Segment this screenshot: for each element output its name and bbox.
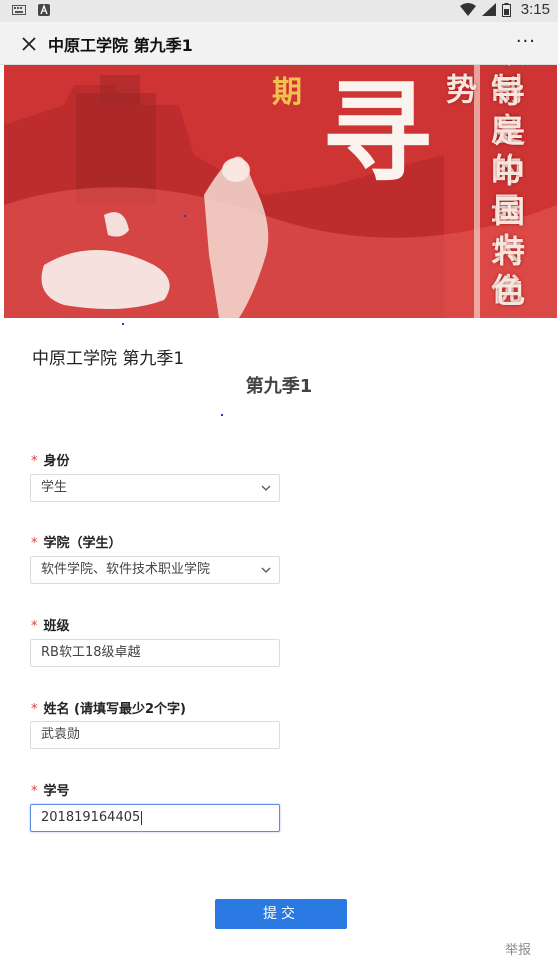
field-label-text: 班级 xyxy=(43,619,70,634)
banner-image: 期 寻 制度的最大优势 领导是中国特色 xyxy=(4,65,557,318)
required-mark: * xyxy=(31,784,38,799)
field-label-text: 学院（学生） xyxy=(43,536,122,551)
college-select-value: 软件学院、软件技术职业学院 xyxy=(41,562,211,577)
status-bar: 3:15 xyxy=(0,0,558,22)
class-input[interactable]: RB软工18级卓越 xyxy=(30,639,280,667)
identity-select[interactable]: 学生 xyxy=(30,474,280,502)
field-label-student-id: * 学号 xyxy=(31,780,70,799)
blue-dot xyxy=(221,414,223,416)
text-caret xyxy=(141,810,143,825)
banner-char-calligraphy: 寻 xyxy=(322,68,432,197)
chevron-down-icon xyxy=(261,485,271,491)
banner-char-period: 期 xyxy=(272,75,302,110)
report-link[interactable]: 举报 xyxy=(505,939,531,958)
field-label-text: 学号 xyxy=(43,784,70,799)
form-subtitle: 第九季1 xyxy=(245,376,313,397)
college-select[interactable]: 软件学院、软件技术职业学院 xyxy=(30,556,280,584)
field-label-text: 姓名 (请填写最少2个字) xyxy=(43,702,186,717)
close-button[interactable] xyxy=(18,33,40,55)
identity-select-value: 学生 xyxy=(41,480,68,495)
student-id-input[interactable]: 201819164405 xyxy=(30,804,280,832)
signal-icon xyxy=(481,3,496,16)
close-icon xyxy=(22,37,36,51)
app-notification-icon xyxy=(38,4,50,16)
more-button[interactable]: ··· xyxy=(516,31,536,52)
banner-slogan-right: 领导是中国特色 xyxy=(488,65,524,315)
chevron-down-icon xyxy=(261,567,271,573)
battery-icon xyxy=(501,2,511,17)
field-label-college: * 学院（学生） xyxy=(31,532,122,551)
keyboard-icon xyxy=(12,5,26,15)
field-label-identity: * 身份 xyxy=(31,450,70,469)
name-input[interactable]: 武袁勋 xyxy=(30,721,280,749)
blue-dot xyxy=(122,323,124,325)
wifi-icon xyxy=(459,3,476,16)
required-mark: * xyxy=(31,536,38,551)
field-label-name: * 姓名 (请填写最少2个字) xyxy=(31,698,186,717)
form-header: 中原工学院 第九季1 xyxy=(32,349,185,369)
title-bar: 中原工学院 第九季1 ··· xyxy=(0,22,558,65)
required-mark: * xyxy=(31,454,38,469)
blue-dot xyxy=(184,215,186,217)
field-label-text: 身份 xyxy=(43,454,70,469)
field-label-class: * 班级 xyxy=(31,615,70,634)
clock: 3:15 xyxy=(520,1,550,18)
required-mark: * xyxy=(31,702,38,717)
submit-button[interactable]: 提交 xyxy=(215,899,347,929)
page-title: 中原工学院 第九季1 xyxy=(48,36,193,55)
student-id-value: 201819164405 xyxy=(41,810,141,825)
required-mark: * xyxy=(31,619,38,634)
